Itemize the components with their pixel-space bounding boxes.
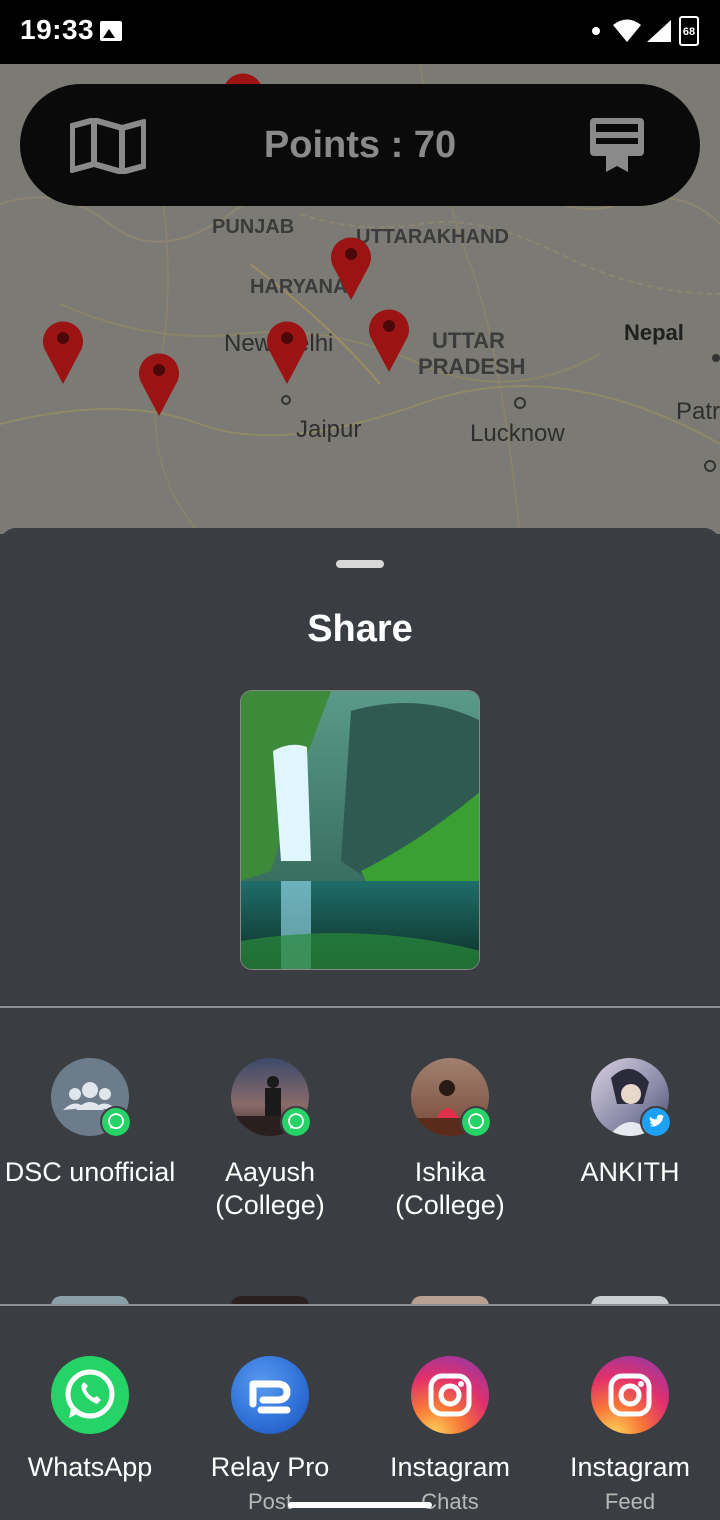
map-pin-icon[interactable] (134, 346, 184, 418)
avatar (231, 1058, 312, 1138)
whatsapp-badge-icon (460, 1106, 492, 1138)
share-target-ishika[interactable]: Ishika (College) (360, 1058, 540, 1222)
relay-icon (231, 1356, 309, 1434)
map-label-patna: Patr (676, 398, 720, 425)
app-label: Instagram (389, 1452, 511, 1482)
whatsapp-badge-icon (100, 1106, 132, 1138)
map-label-punjab: PUNJAB (212, 216, 295, 238)
app-sublabel: Feed (604, 1489, 656, 1514)
share-target-label: Aayush (College) (215, 1157, 325, 1220)
app-label: WhatsApp (27, 1452, 153, 1482)
share-target-label: DSC unofficial (4, 1157, 176, 1187)
instagram-icon (411, 1356, 489, 1434)
share-target-aayush[interactable]: Aayush (College) (180, 1058, 360, 1222)
status-bar: 19:33 68 (0, 0, 720, 64)
map-pin-icon[interactable] (364, 302, 414, 374)
whatsapp-icon (51, 1356, 129, 1434)
status-time: 19:33 (20, 14, 95, 45)
map-label-uttar: UTTAR (432, 328, 505, 353)
map-label-uttarakhand: UTTARAKHAND (356, 226, 509, 248)
share-sheet: Share DSC unofficial Aayush (College) Is… (0, 528, 720, 1520)
avatar (51, 1058, 132, 1138)
top-bar: Points : 70 (20, 84, 700, 206)
divider (0, 1304, 720, 1306)
leaderboard-icon[interactable] (588, 116, 646, 174)
battery-icon: 68 (679, 16, 699, 46)
share-target-dsc-unofficial[interactable]: DSC unofficial (0, 1058, 180, 1189)
image-icon (100, 21, 122, 41)
map-pin-icon[interactable] (326, 230, 376, 302)
app-instagram-feed[interactable]: Instagram Feed (540, 1356, 720, 1515)
share-target-label: Ishika (College) (395, 1157, 505, 1220)
map-pin-icon[interactable] (262, 314, 312, 386)
sheet-handle[interactable] (336, 560, 384, 568)
app-whatsapp[interactable]: WhatsApp (0, 1356, 180, 1483)
map-pin-icon[interactable] (38, 314, 88, 386)
share-target-ankith[interactable]: ANKITH (540, 1058, 720, 1189)
avatar (591, 1058, 672, 1138)
app-label: Instagram (569, 1452, 691, 1482)
map-label-lucknow: Lucknow (470, 420, 565, 447)
signal-icon (647, 20, 671, 42)
dot-icon (592, 27, 600, 35)
map-label-pradesh: PRADESH (418, 354, 526, 379)
app-label: Relay Pro (210, 1452, 330, 1482)
whatsapp-badge-icon (280, 1106, 312, 1138)
share-target-label: ANKITH (580, 1157, 680, 1187)
map-label-jaipur: Jaipur (296, 416, 362, 443)
gesture-bar[interactable] (288, 1502, 432, 1508)
divider (0, 1006, 720, 1008)
app-instagram-chats[interactable]: Instagram Chats (360, 1356, 540, 1515)
wifi-icon (613, 19, 641, 42)
map-label-nepal: Nepal (624, 320, 684, 345)
preview-image (240, 690, 480, 970)
avatar (411, 1058, 492, 1138)
twitter-badge-icon (640, 1106, 672, 1138)
share-title: Share (307, 608, 413, 650)
instagram-icon (591, 1356, 669, 1434)
app-relay-pro[interactable]: Relay Pro Post (180, 1356, 360, 1515)
